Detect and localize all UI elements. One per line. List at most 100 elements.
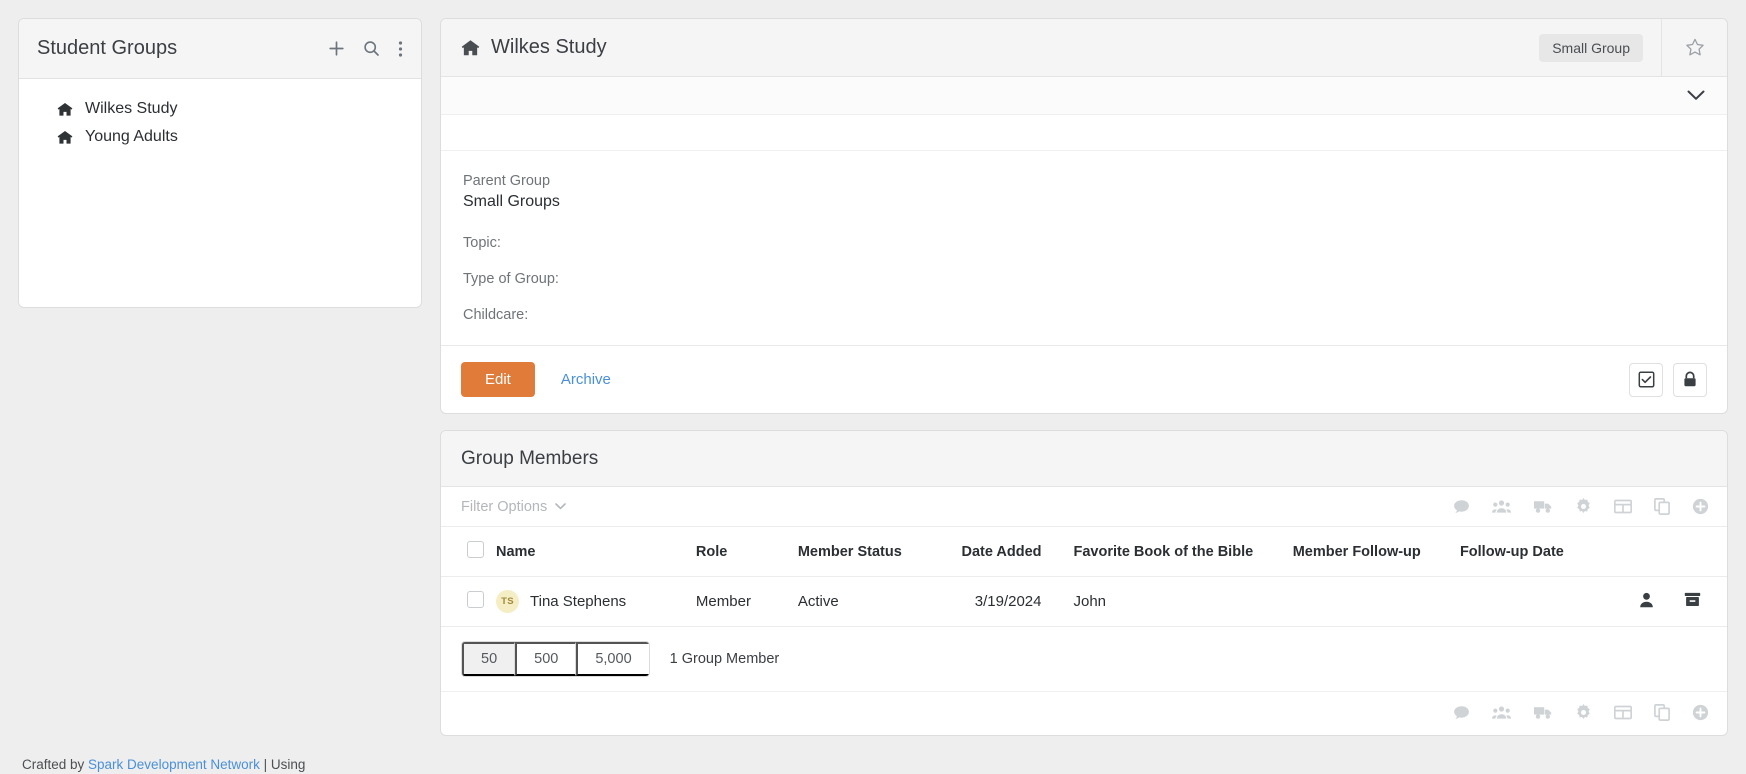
collapse-toggle[interactable]	[441, 77, 1727, 115]
page-title: Wilkes Study	[461, 36, 607, 59]
table-icon[interactable]	[1614, 705, 1632, 720]
parent-group-value: Small Groups	[463, 193, 1705, 211]
page-title-text: Wilkes Study	[491, 36, 607, 59]
row-checkbox[interactable]	[467, 591, 484, 608]
add-group-icon[interactable]	[328, 40, 345, 57]
row-select-cell	[441, 577, 490, 627]
gear-icon[interactable]	[1575, 704, 1592, 721]
spark-link[interactable]: Spark Development Network	[88, 757, 260, 772]
member-name: Tina Stephens	[530, 593, 626, 610]
search-icon[interactable]	[363, 40, 380, 57]
sidebar-column: Student Groups	[0, 0, 440, 774]
footer-suffix: | Using	[260, 757, 306, 772]
archive-box-icon[interactable]	[1684, 592, 1701, 608]
filter-options-toggle[interactable]: Filter Options	[461, 499, 566, 515]
avatar: TS	[496, 590, 519, 613]
column-header-role[interactable]: Role	[690, 527, 792, 577]
column-header-followup-date[interactable]: Follow-up Date	[1454, 527, 1633, 577]
app-root: Student Groups	[0, 0, 1746, 774]
status-badge: Small Group	[1539, 34, 1643, 62]
cell-date-added: 3/19/2024	[952, 577, 1063, 627]
page-size-500[interactable]: 500	[515, 642, 576, 676]
column-header-member-status[interactable]: Member Status	[792, 527, 952, 577]
column-header-favorite-book[interactable]: Favorite Book of the Bible	[1064, 527, 1287, 577]
member-count-label: 1 Group Member	[670, 651, 780, 667]
column-header-member-followup[interactable]: Member Follow-up	[1287, 527, 1454, 577]
footer-prefix: Crafted by	[22, 757, 88, 772]
childcare-field: Childcare:	[463, 307, 1705, 323]
type-of-group-field: Type of Group:	[463, 271, 1705, 287]
column-header-actions	[1633, 527, 1727, 577]
select-all-checkbox[interactable]	[467, 541, 484, 558]
cell-row-actions	[1633, 577, 1727, 627]
truck-icon[interactable]	[1533, 499, 1553, 514]
group-detail-header: Wilkes Study Small Group	[441, 19, 1727, 77]
pagination-row: 50 500 5,000 1 Group Member	[441, 627, 1727, 691]
sidebar-item-young-adults[interactable]: Young Adults	[19, 123, 421, 151]
chevron-down-icon	[555, 503, 566, 510]
sidebar-header: Student Groups	[19, 19, 421, 79]
group-actions-right	[1629, 363, 1707, 397]
main-column: Wilkes Study Small Group	[440, 0, 1746, 774]
cell-role: Member	[690, 577, 792, 627]
page-size-50[interactable]: 50	[462, 642, 515, 676]
gear-icon[interactable]	[1575, 498, 1592, 515]
footer-credit: Crafted by Spark Development Network | U…	[22, 757, 305, 772]
group-list: Wilkes Study Young Adults	[19, 79, 421, 307]
cell-followup-date	[1454, 577, 1633, 627]
members-toolbar-bottom	[1453, 704, 1709, 721]
cell-member-status: Active	[792, 577, 952, 627]
cell-member-followup	[1287, 577, 1454, 627]
more-options-icon[interactable]	[398, 40, 403, 58]
filter-row: Filter Options	[441, 487, 1727, 527]
lock-icon[interactable]	[1673, 363, 1707, 397]
archive-link[interactable]: Archive	[561, 371, 611, 388]
people-icon[interactable]	[1492, 705, 1511, 721]
cell-favorite-book: John	[1064, 577, 1287, 627]
checkbox-square-icon[interactable]	[1629, 363, 1663, 397]
select-all-header	[441, 527, 490, 577]
column-header-name[interactable]: Name	[490, 527, 690, 577]
home-icon	[57, 102, 73, 117]
sidebar-item-label: Young Adults	[85, 128, 178, 146]
table-row[interactable]: TS Tina Stephens Member Active 3/19/2024…	[441, 577, 1727, 627]
members-toolbar-top	[1453, 498, 1709, 515]
copy-icon[interactable]	[1654, 704, 1670, 721]
parent-group-field: Parent Group Small Groups	[463, 173, 1705, 211]
sidebar-item-wilkes-study[interactable]: Wilkes Study	[19, 95, 421, 123]
topic-field: Topic:	[463, 235, 1705, 251]
truck-icon[interactable]	[1533, 705, 1553, 720]
sidebar-header-actions	[328, 40, 403, 58]
page-size-group: 50 500 5,000	[461, 641, 650, 677]
comment-icon[interactable]	[1453, 499, 1470, 515]
copy-icon[interactable]	[1654, 498, 1670, 515]
table-header-row: Name Role Member Status Date Added Favor…	[441, 527, 1727, 577]
page-size-5000[interactable]: 5,000	[576, 642, 648, 676]
cell-name: TS Tina Stephens	[490, 577, 690, 627]
group-members-title: Group Members	[441, 431, 1727, 487]
student-groups-panel: Student Groups	[18, 18, 422, 308]
add-circle-icon[interactable]	[1692, 704, 1709, 721]
people-icon[interactable]	[1492, 499, 1511, 515]
sidebar-title: Student Groups	[37, 37, 328, 60]
column-header-date-added[interactable]: Date Added	[952, 527, 1063, 577]
home-icon	[57, 130, 73, 145]
members-footer-toolbar	[441, 691, 1727, 735]
person-icon[interactable]	[1639, 592, 1654, 608]
group-details: Parent Group Small Groups Topic: Type of…	[441, 151, 1727, 345]
group-members-panel: Group Members Filter Options	[440, 430, 1728, 736]
sidebar-item-label: Wilkes Study	[85, 100, 177, 118]
group-detail-panel: Wilkes Study Small Group	[440, 18, 1728, 414]
chevron-down-icon	[1687, 90, 1705, 101]
add-circle-icon[interactable]	[1692, 498, 1709, 515]
detail-spacer-row	[441, 115, 1727, 151]
favorite-star-icon[interactable]	[1661, 19, 1727, 76]
table-icon[interactable]	[1614, 499, 1632, 514]
parent-group-label: Parent Group	[463, 173, 1705, 189]
group-header-right: Small Group	[1521, 19, 1727, 76]
members-table: Name Role Member Status Date Added Favor…	[441, 527, 1727, 627]
edit-button[interactable]: Edit	[461, 362, 535, 397]
badge-wrap: Small Group	[1521, 19, 1661, 76]
comment-icon[interactable]	[1453, 705, 1470, 721]
group-actions-row: Edit Archive	[441, 345, 1727, 413]
